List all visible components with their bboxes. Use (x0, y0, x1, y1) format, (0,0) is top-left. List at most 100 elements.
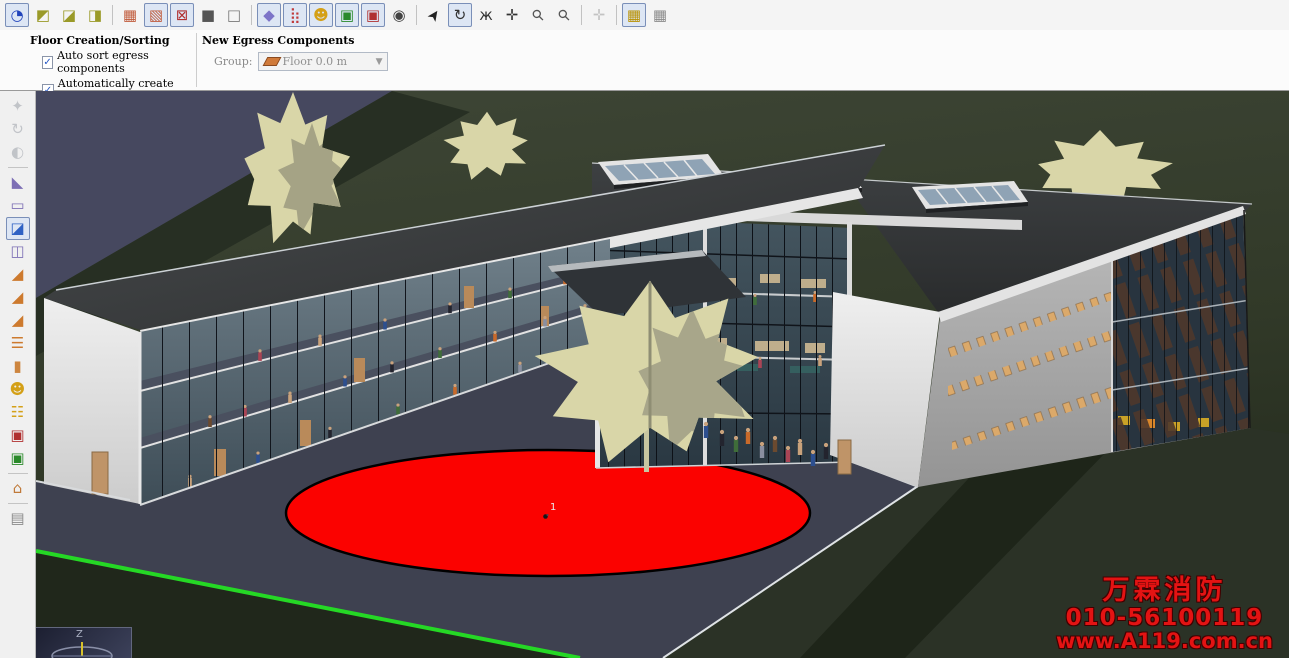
orbit-view-tool: ↻ (6, 118, 30, 141)
add-moving-walkway-icon: ◢ (12, 313, 24, 328)
toolbar-separator (8, 473, 28, 474)
perspective-view-icon: ◔ (10, 8, 23, 23)
roam-view-icon: ◐ (11, 145, 24, 160)
floor-icon (262, 57, 281, 66)
add-obstruction-icon: ◫ (10, 244, 24, 259)
outline-mode-button[interactable]: ▧ (144, 3, 168, 27)
new-egress-section: New Egress Components Group: Floor 0.0 m… (202, 34, 392, 71)
perspective-view-button[interactable]: ◔ (5, 3, 29, 27)
scene-render: 1 (36, 91, 1289, 658)
end-wall-door (92, 452, 108, 494)
orbit-view-icon: ↻ (11, 122, 24, 137)
solid-mode-icon: ■ (201, 8, 215, 23)
reset-camera-button[interactable]: ⌂ (6, 477, 30, 500)
wireframe-mode-icon: ▦ (123, 8, 137, 23)
add-door-tool[interactable]: ▮ (6, 355, 30, 378)
grid-settings-icon: ▦ (653, 8, 667, 23)
marker-label: 1 (550, 502, 556, 513)
show-rooms-icon: ▣ (366, 8, 380, 23)
view-front-button[interactable]: ◩ (31, 3, 55, 27)
reset-camera-icon: ⌂ (13, 481, 23, 496)
show-rooms-button[interactable]: ▣ (361, 3, 385, 27)
assembly-area-zone[interactable] (286, 450, 810, 576)
view-top-button[interactable]: ◪ (57, 3, 81, 27)
add-polygon-room-tool[interactable]: ◣ (6, 171, 30, 194)
add-rectangle-room-tool[interactable]: ▭ (6, 194, 30, 217)
outline-mode-icon: ▧ (149, 8, 163, 23)
show-exit-doors-button[interactable]: ▣ (335, 3, 359, 27)
grid-settings-button[interactable]: ▦ (648, 3, 672, 27)
walkthrough-tool-button[interactable]: ж (474, 3, 498, 27)
snap-to-grid-icon: ▦ (627, 8, 641, 23)
add-occupant-icon: ☻ (10, 382, 26, 397)
add-moving-walkway-tool[interactable]: ◢ (6, 309, 30, 332)
record-movie-button[interactable]: ◉ (387, 3, 411, 27)
measure-icon: ▤ (10, 511, 24, 526)
auto-sort-label: Auto sort egress components (57, 49, 192, 75)
panel-divider (196, 33, 197, 87)
gizmo-z-label: Z (76, 629, 83, 640)
orbit-tool-button[interactable]: ↻ (448, 3, 472, 27)
pan-tool-button[interactable]: ✛ (500, 3, 524, 27)
select-tool-icon: ➤ (424, 6, 444, 25)
add-polygon-room-icon: ◣ (12, 175, 24, 190)
auto-sort-checkbox[interactable]: ✓ (42, 56, 53, 69)
add-ramp-icon: ◢ (12, 267, 24, 282)
main-toolbar: ◔◩◪◨▦▧⊠■□◆⣷☻▣▣◉➤↻ж✛⚲⚲✛▦▦ (0, 0, 1289, 30)
watermark-line2: 010-56100119 (1056, 606, 1273, 630)
select-tool-button[interactable]: ➤ (422, 3, 446, 27)
toolbar-separator (251, 5, 252, 25)
add-exit-tool[interactable]: ▣ (6, 424, 30, 447)
hide-geometry-icon: ⊠ (176, 8, 189, 23)
add-escalator-tool[interactable]: ◢ (6, 286, 30, 309)
snap-to-grid-button[interactable]: ▦ (622, 3, 646, 27)
select-floor-tool[interactable]: ◪ (6, 217, 30, 240)
group-dropdown[interactable]: Floor 0.0 m ▼ (258, 52, 388, 71)
add-group-tool[interactable]: ☷ (6, 401, 30, 424)
show-occupant-paths-icon: ⣷ (290, 8, 301, 23)
zoom-rect-tool-button[interactable]: ⚲ (552, 3, 576, 27)
egress-section-title: New Egress Components (202, 34, 392, 47)
rotate-view-icon: ✦ (11, 99, 24, 114)
wireframe-mode-button[interactable]: ▦ (118, 3, 142, 27)
select-floor-icon: ◪ (10, 221, 24, 236)
show-exit-doors-icon: ▣ (340, 8, 354, 23)
toolbar-separator (616, 5, 617, 25)
solid-mode-button[interactable]: ■ (196, 3, 220, 27)
show-navmesh-button[interactable]: ◆ (257, 3, 281, 27)
show-occupants-button[interactable]: ☻ (309, 3, 333, 27)
rotate-view-tool: ✦ (6, 95, 30, 118)
chevron-down-icon: ▼ (376, 57, 383, 67)
measure-tool[interactable]: ▤ (6, 507, 30, 530)
toolbar-separator (8, 503, 28, 504)
add-door-icon: ▮ (13, 359, 21, 374)
add-measurement-region-tool[interactable]: ▣ (6, 447, 30, 470)
zoom-rect-tool-icon: ⚲ (555, 6, 573, 24)
toolbar-separator (416, 5, 417, 25)
walkthrough-tool-icon: ж (479, 8, 493, 23)
navigation-gizmo[interactable]: Z (36, 627, 132, 658)
add-occupant-tool[interactable]: ☻ (6, 378, 30, 401)
group-dropdown-value: Floor 0.0 m (283, 55, 348, 68)
hide-geometry-button[interactable]: ⊠ (170, 3, 194, 27)
add-stairs-tool[interactable]: ☰ (6, 332, 30, 355)
3d-viewport[interactable]: 1 万霖消防 010-56100119 www.A119.com.cn Z (36, 91, 1289, 658)
transparent-mode-button[interactable]: □ (222, 3, 246, 27)
zoom-tool-button[interactable]: ⚲ (526, 3, 550, 27)
view-side-button[interactable]: ◨ (83, 3, 107, 27)
move-view-tool-button: ✛ (587, 3, 611, 27)
add-group-icon: ☷ (11, 405, 24, 420)
toolbar-separator (112, 5, 113, 25)
drawing-toolbar: ✦ ↻ ◐ ◣ ▭ ◪ ◫ ◢ ◢ ◢ ☰ ▮ ☻ ☷ ▣▣ ⌂ ▤ (0, 91, 36, 658)
view-top-icon: ◪ (62, 8, 76, 23)
toolbar-separator (581, 5, 582, 25)
toolbar-separator (8, 167, 28, 168)
watermark-line1: 万霖消防 (1056, 577, 1273, 605)
show-occupant-paths-button[interactable]: ⣷ (283, 3, 307, 27)
add-stairs-icon: ☰ (11, 336, 24, 351)
roam-view-tool: ◐ (6, 141, 30, 164)
orbit-tool-icon: ↻ (454, 8, 467, 23)
add-obstruction-tool[interactable]: ◫ (6, 240, 30, 263)
group-label: Group: (214, 55, 253, 68)
add-ramp-tool[interactable]: ◢ (6, 263, 30, 286)
